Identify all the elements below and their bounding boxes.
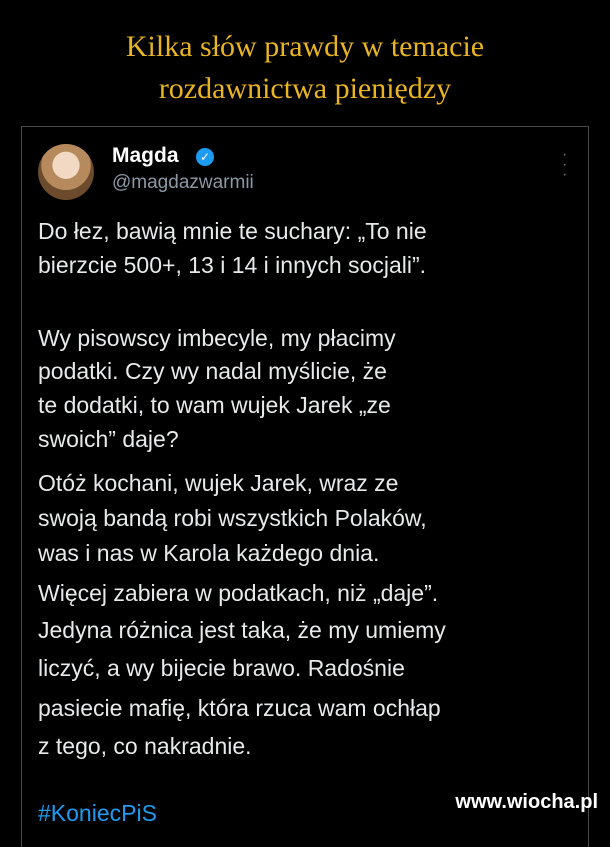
post-text-line: te dodatki, to wam wujek Jarek „ze: [38, 392, 391, 418]
watermark: www.wiocha.pl: [455, 791, 598, 813]
hashtag-link[interactable]: #KoniecPiS: [38, 800, 157, 827]
more-options-icon[interactable]: · · ·: [562, 147, 568, 183]
post-text-line: z tego, co nakradnie.: [38, 733, 252, 759]
headline-line-1: Kilka słów prawdy w temacie: [125, 30, 485, 63]
post-text-line: pasiecie mafię, która rzuca wam ochłap: [38, 695, 441, 721]
headline-line-2: rozdawnictwa pieniędzy: [158, 72, 452, 105]
headline: Kilka słów prawdy w temacie rozdawnictwa…: [0, 26, 610, 110]
post-text-line: Do łez, bawią mnie te suchary: „To nie: [38, 218, 427, 244]
post-text-line: swoich” daje?: [38, 426, 179, 452]
post-text-line: Więcej zabiera w podatkach, niż „daje”.: [38, 580, 439, 606]
author-handle[interactable]: @magdazwarmii: [112, 172, 254, 194]
avatar[interactable]: [38, 144, 94, 200]
verified-badge-icon: ✓: [196, 148, 214, 166]
author-name[interactable]: Magda: [112, 144, 179, 168]
post-text-line: podatki. Czy wy nadal myślicie, że: [38, 358, 387, 384]
post-text-line: bierzcie 500+, 13 i 14 i innych socjali”…: [38, 252, 427, 278]
post-text-line: Wy pisowscy imbecyle, my płacimy: [38, 325, 396, 351]
post-text-line: swoją bandą robi wszystkich Polaków,: [38, 505, 427, 531]
post-text-line: Jedyna różnica jest taka, że my umiemy: [38, 617, 446, 643]
post-text-line: liczyć, a wy bijecie brawo. Radośnie: [38, 655, 405, 681]
post-text-line: was i nas w Karola każdego dnia.: [38, 540, 380, 566]
post-text-line: Otóż kochani, wujek Jarek, wraz ze: [38, 470, 399, 496]
